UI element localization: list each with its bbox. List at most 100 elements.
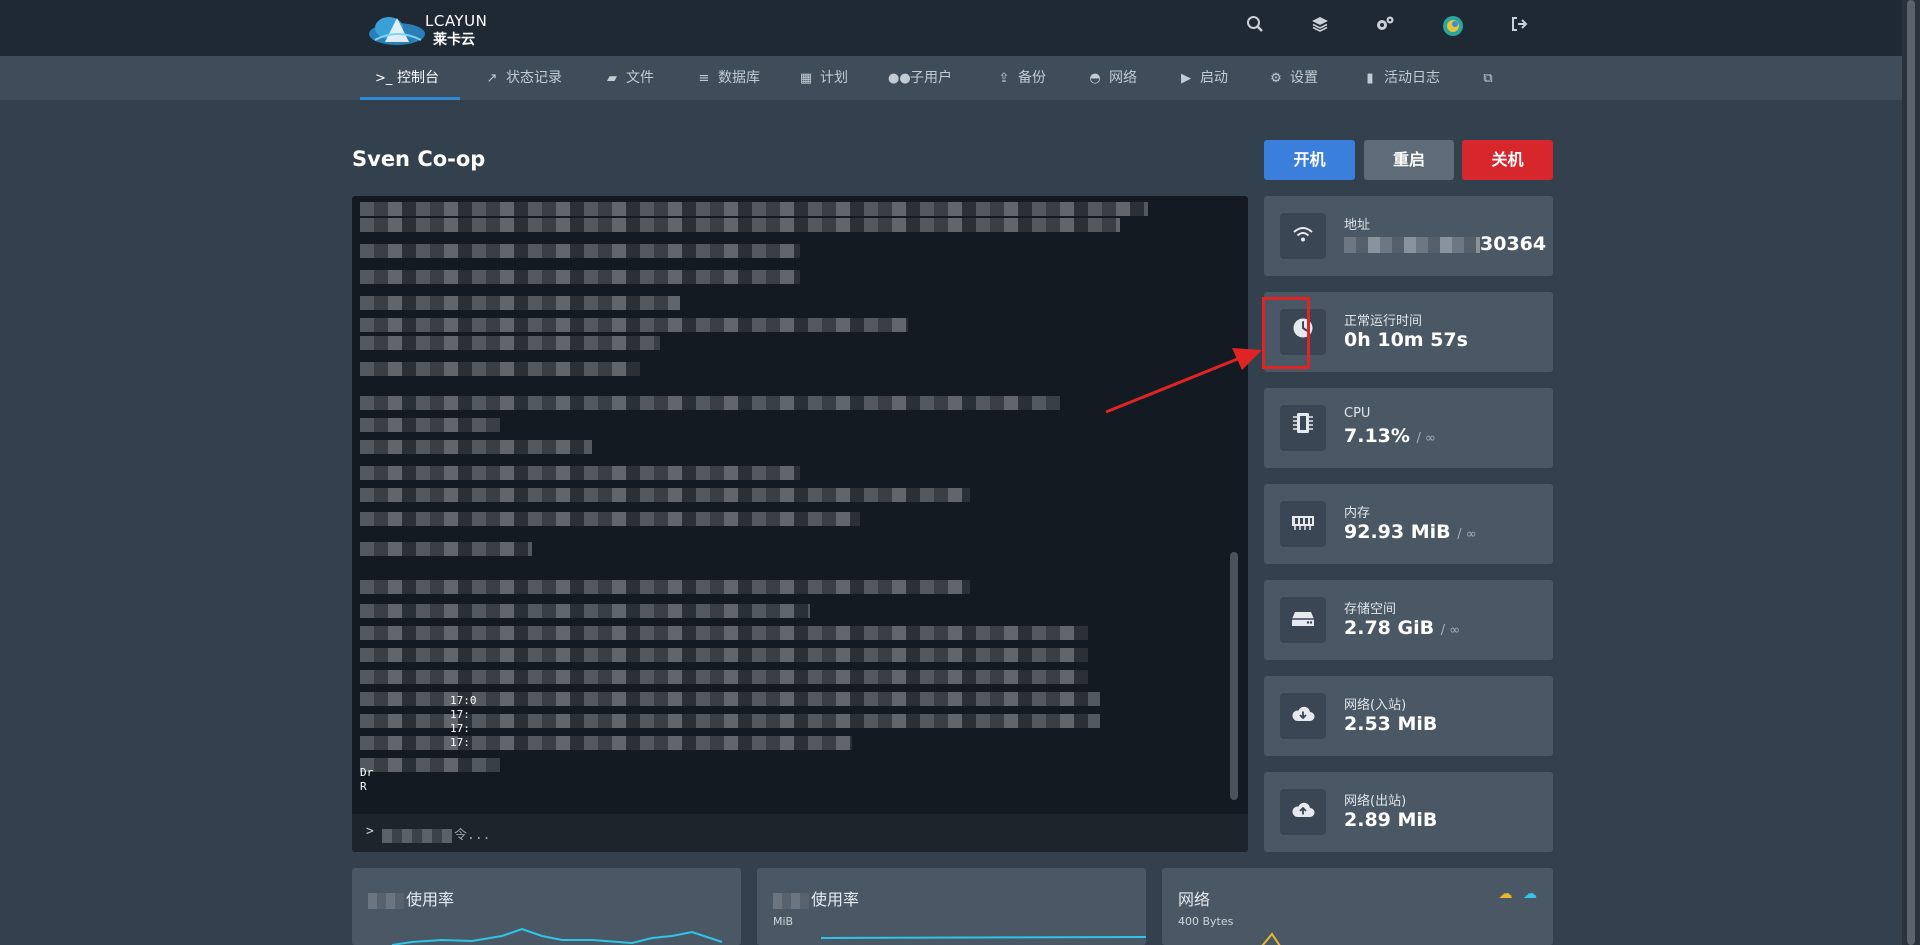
console-scrollbar[interactable]: [1230, 552, 1238, 800]
console-line: [360, 396, 1060, 410]
tab-databases[interactable]: ≡ 数据库: [696, 56, 760, 100]
restart-button[interactable]: 重启: [1364, 140, 1454, 180]
terminal-icon: >_: [375, 71, 393, 86]
stat-value: 92.93 MiB / ∞: [1344, 521, 1477, 543]
start-button[interactable]: 开机: [1264, 140, 1355, 180]
stat-cpu: CPU 7.13% / ∞: [1264, 388, 1553, 468]
cloud-logo-icon: [369, 17, 425, 45]
console-line: [360, 736, 852, 750]
top-bar: LCAYUN 莱卡云: [0, 0, 1902, 56]
console: 17:0 17: 17: 17: Dr R > 令...: [352, 196, 1248, 852]
search-icon[interactable]: [1242, 15, 1268, 41]
tab-subusers[interactable]: ●●子用户: [888, 56, 952, 100]
console-line: [360, 604, 810, 618]
console-line: [360, 296, 680, 310]
network-icon: ◓: [1089, 71, 1101, 86]
console-line: [360, 714, 1100, 728]
console-line: [360, 466, 800, 480]
console-command-input[interactable]: > 令...: [352, 814, 1248, 852]
stat-value: 2.53 MiB: [1344, 713, 1438, 735]
cpu-chart-line: [391, 927, 723, 945]
stat-storage: 存储空间 2.78 GiB / ∞: [1264, 580, 1553, 660]
cloud-upload-icon: [1280, 789, 1326, 835]
stat-memory: 内存 92.93 MiB / ∞: [1264, 484, 1553, 564]
folder-icon: ▰: [607, 71, 617, 86]
tab-settings[interactable]: ⚙ 设置: [1268, 56, 1318, 100]
tab-files[interactable]: ▰ 文件: [604, 56, 654, 100]
external-link-icon[interactable]: ⧉: [1480, 56, 1496, 100]
redacted-text: [368, 892, 404, 909]
layers-icon[interactable]: [1307, 15, 1333, 41]
users-icon: ●●: [888, 71, 911, 86]
server-nav: >_ 控制台 ↗ 状态记录 ▰ 文件 ≡ 数据库 ▦ 计划 ●●子用户 ⇪ 备份 ◓ 网络 ▶…: [0, 56, 1902, 100]
redacted-text: [382, 828, 452, 843]
stat-value: 2.89 MiB: [1344, 809, 1438, 831]
stat-label: 存储空间: [1344, 602, 1397, 617]
console-line: [360, 580, 970, 594]
play-icon: ▶: [1181, 71, 1191, 86]
tab-activity-stats[interactable]: ↗ 状态记录: [484, 56, 562, 100]
page-scrollbar-thumb[interactable]: [1907, 0, 1915, 945]
chart-y-label: 400 Bytes: [1178, 915, 1234, 928]
chart-title: 使用率: [368, 886, 454, 910]
calendar-icon: ▦: [799, 71, 813, 86]
console-line: [360, 542, 532, 556]
tab-backups[interactable]: ⇪ 备份: [996, 56, 1046, 100]
console-output[interactable]: 17:0 17: 17: 17: Dr R: [352, 196, 1248, 814]
console-line: [360, 318, 908, 332]
console-line: [360, 626, 1088, 640]
stat-network-inbound: 网络(入站) 2.53 MiB: [1264, 676, 1553, 756]
tab-startup[interactable]: ▶ 启动: [1178, 56, 1228, 100]
stat-label: 正常运行时间: [1344, 314, 1423, 329]
console-line: [360, 336, 660, 350]
avatar[interactable]: [1440, 15, 1466, 41]
wifi-icon: [1280, 213, 1326, 259]
cloud-upload-icon: ☁: [1523, 886, 1537, 902]
logo-text: LCAYUN: [425, 12, 488, 30]
console-line: [360, 418, 500, 432]
chart-legend: ☁ ☁: [1499, 886, 1537, 902]
stat-network-outbound: 网络(出站) 2.89 MiB: [1264, 772, 1553, 852]
logo-subtitle: 莱卡云: [433, 32, 475, 48]
console-input-placeholder: 令...: [382, 824, 490, 843]
tab-network[interactable]: ◓ 网络: [1087, 56, 1137, 100]
redacted-text: [773, 892, 809, 909]
stat-label: 网络(入站): [1344, 698, 1407, 713]
stat-label: 网络(出站): [1344, 794, 1407, 809]
cogs-icon: ⚙: [1270, 71, 1282, 86]
book-icon: ▮: [1366, 71, 1374, 86]
chart-title: 网络: [1178, 890, 1211, 909]
hdd-icon: [1280, 597, 1326, 643]
database-icon: ≡: [698, 71, 710, 86]
tab-console[interactable]: >_ 控制台: [375, 56, 439, 100]
console-line: [360, 670, 1088, 684]
console-line: [360, 202, 1148, 216]
stop-button[interactable]: 关机: [1462, 140, 1553, 180]
memory-chart-line: [820, 936, 1146, 939]
cogs-icon[interactable]: [1372, 15, 1398, 41]
console-line: [360, 512, 860, 526]
tab-activity-log[interactable]: ▮ 活动日志: [1362, 56, 1440, 100]
page-scrollbar[interactable]: [1902, 0, 1920, 945]
cpu-usage-chart: 使用率: [352, 868, 741, 945]
console-line: [360, 270, 800, 284]
stat-value: 7.13% / ∞: [1344, 425, 1436, 447]
tab-schedules[interactable]: ▦ 计划: [798, 56, 848, 100]
annotation-arrow: [1105, 348, 1262, 414]
console-line: [360, 488, 970, 502]
console-line: [360, 440, 592, 454]
logout-icon[interactable]: [1506, 15, 1532, 41]
memory-usage-chart: 使用率 MiB: [757, 868, 1146, 945]
memory-icon: [1280, 501, 1326, 547]
redacted-ip: [1344, 236, 1480, 253]
stat-label: CPU: [1344, 406, 1371, 421]
stat-value[interactable]: 30364: [1344, 233, 1546, 255]
stat-address: 地址 30364: [1264, 196, 1553, 276]
brand-logo[interactable]: LCAYUN 莱卡云: [367, 10, 507, 48]
console-line: [360, 648, 1088, 662]
microchip-icon: [1280, 405, 1326, 451]
stat-value: 2.78 GiB / ∞: [1344, 617, 1461, 639]
console-line: [360, 362, 640, 376]
server-name: Sven Co-op: [352, 147, 486, 171]
chart-line-icon: ↗: [486, 71, 498, 86]
